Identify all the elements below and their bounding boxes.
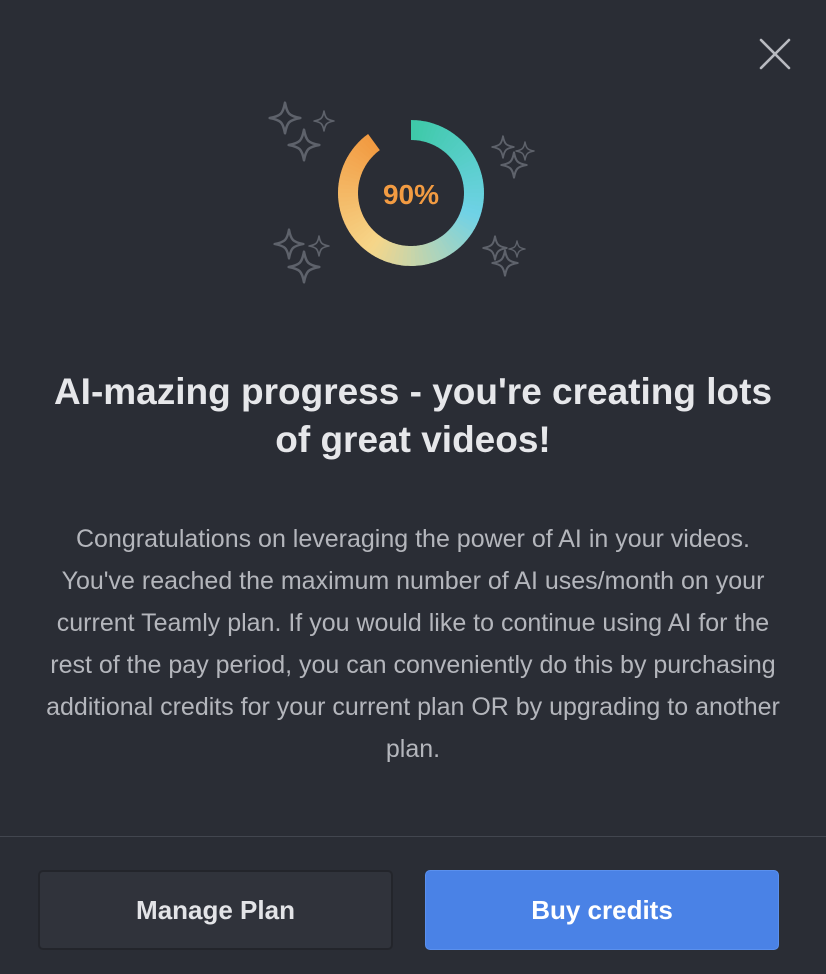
progress-ring-segment — [383, 242, 395, 263]
sparkle-icon — [268, 101, 335, 162]
progress-ring-segment — [375, 239, 389, 260]
progress-ring-segment — [451, 224, 471, 241]
progress-ring-segment — [347, 153, 367, 168]
progress-ring-segment — [463, 179, 484, 187]
progress-ring-segment — [460, 166, 481, 178]
ai-limit-dialog: 90% AI-mazing progress - you're creating… — [0, 0, 826, 974]
progress-ring-segment — [453, 221, 473, 237]
progress-ring-segment — [446, 229, 465, 247]
progress-ring-segment — [349, 149, 369, 165]
progress-ring-segment — [453, 150, 474, 166]
progress-ring-segment — [449, 226, 468, 244]
progress-ring-segment — [396, 244, 405, 266]
progress-ring-segment — [339, 202, 360, 212]
progress-ring-segment — [361, 136, 378, 155]
progress-ring-segment — [420, 244, 430, 265]
progress-ring-segment — [458, 161, 480, 175]
progress-ring-segment — [433, 126, 447, 147]
progress-ring-segment — [363, 233, 380, 253]
progress-ring-segment — [447, 139, 465, 158]
progress-illustration: 90% — [268, 101, 535, 284]
progress-ring-segment — [392, 244, 402, 265]
progress-ring-segment — [455, 218, 475, 233]
progress-ring-segment — [426, 242, 438, 263]
progress-ring-segment — [346, 217, 367, 233]
progress-ring-segment — [449, 143, 468, 160]
progress-ring-segment — [424, 122, 435, 143]
progress-ring-segment — [367, 235, 383, 255]
progress-ring-segment — [438, 235, 454, 256]
sparkle-icon — [491, 135, 535, 179]
progress-ring-segment — [354, 142, 373, 160]
progress-ring-segment — [357, 139, 376, 157]
progress-ring-segment — [444, 136, 462, 155]
progress-ring-segment — [338, 178, 360, 187]
progress-ring-segment — [451, 146, 471, 163]
progress-ring-segment — [442, 133, 459, 153]
progress-percent-label: 90% — [383, 179, 439, 210]
dialog-body: Congratulations on leveraging the power … — [46, 525, 780, 763]
progress-ring-segment — [430, 125, 443, 146]
progress-ring-segment — [351, 145, 371, 162]
progress-ring-segment — [344, 157, 365, 171]
progress-ring-segment — [360, 231, 378, 250]
progress-ring-segment — [436, 129, 451, 149]
progress-ring-segment — [429, 240, 443, 262]
progress-ring-segment — [417, 245, 425, 266]
progress-ring-segment — [441, 233, 458, 253]
progress-ring-segment — [342, 211, 364, 225]
sparkle-icon — [482, 235, 526, 277]
progress-ring-segment — [348, 220, 369, 236]
close-button[interactable] — [757, 36, 793, 72]
progress-ring-segment — [387, 243, 398, 264]
footer-divider — [0, 836, 826, 837]
close-icon — [759, 38, 791, 70]
progress-ring-segment — [420, 121, 430, 142]
progress-ring-segment — [455, 153, 476, 169]
progress-ring-segment — [417, 120, 426, 142]
progress-ring-segment — [340, 169, 361, 180]
progress-ring-segment — [354, 226, 373, 243]
progress-ring-segment — [457, 215, 478, 229]
progress-ring-segment — [343, 161, 364, 174]
progress-ring-segment — [462, 202, 483, 212]
progress-ring-segment — [427, 123, 439, 144]
progress-ring-segment — [457, 157, 478, 172]
progress-ring-segment — [341, 208, 362, 220]
progress-ring-segment — [344, 214, 365, 229]
progress-ring-segment — [371, 237, 386, 257]
dialog-headline: AI-mazing progress - you're creating lot… — [53, 371, 773, 460]
progress-ring-segment — [462, 174, 483, 184]
progress-ring-segment — [339, 174, 360, 184]
progress-ring-segment — [444, 231, 461, 250]
buy-credits-button[interactable]: Buy credits — [425, 870, 779, 950]
progress-ring-segment — [439, 131, 455, 151]
sparkle-icon — [273, 228, 330, 284]
progress-ring-segment — [458, 212, 479, 225]
progress-ring-segment — [432, 239, 447, 260]
progress-ring-segment — [435, 237, 451, 258]
progress-ring-segment — [338, 199, 359, 207]
manage-plan-button[interactable]: Manage Plan — [38, 870, 393, 950]
progress-ring-segment — [423, 243, 434, 264]
progress-ring-segment — [462, 199, 484, 208]
progress-ring-segment — [341, 165, 362, 177]
progress-ring-segment — [340, 205, 361, 216]
progress-ring-segment — [351, 223, 371, 240]
progress-ring-segment — [461, 170, 482, 181]
progress-ring-segment — [357, 228, 375, 247]
progress-ring-segment — [379, 240, 392, 261]
progress-ring-segment — [364, 133, 380, 153]
progress-ring-segment — [460, 209, 481, 221]
progress-ring-segment — [461, 206, 482, 217]
